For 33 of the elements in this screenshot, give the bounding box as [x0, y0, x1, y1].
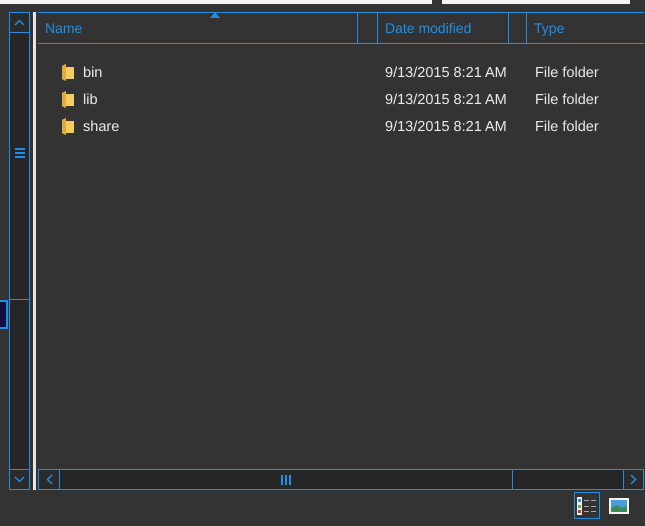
type-cell-text: File folder [534, 64, 599, 80]
details-list-icon [577, 496, 597, 514]
type-cell-text: File folder [534, 92, 599, 108]
date-cell-text: 9/13/2015 8:21 AM [384, 92, 508, 108]
scroll-right-button[interactable] [623, 470, 643, 489]
chevron-right-icon [630, 474, 637, 485]
file-name[interactable]: lib [83, 92, 98, 108]
folder-icon [62, 91, 74, 108]
horizontal-scrollbar[interactable] [38, 469, 644, 490]
file-name[interactable]: bin [83, 64, 102, 80]
date-cell-text: 9/13/2015 8:21 AM [384, 118, 508, 134]
folder-icon [62, 118, 74, 135]
scroll-left-button[interactable] [39, 470, 60, 489]
scroll-up-button[interactable] [10, 13, 29, 33]
file-name[interactable]: share [83, 118, 120, 134]
vertical-scrollbar[interactable] [9, 12, 30, 490]
column-header[interactable]: Type [527, 13, 643, 43]
details-view-button[interactable] [574, 492, 600, 519]
text-field[interactable] [442, 0, 630, 4]
scroll-down-button[interactable] [10, 469, 29, 489]
date-cell-text: 9/13/2015 8:21 AM [384, 64, 508, 80]
side-panel-tab[interactable] [0, 300, 8, 329]
column-header[interactable]: Name [38, 13, 358, 43]
grip-icon [281, 474, 291, 484]
chevron-down-icon [14, 476, 25, 483]
column-header[interactable]: Date modified [378, 13, 509, 43]
chevron-left-icon [46, 474, 52, 485]
landscape-image-icon [609, 498, 629, 514]
type-cell-text: File folder [534, 118, 599, 134]
text-field[interactable] [0, 0, 432, 4]
grip-icon [14, 148, 24, 159]
folder-icon [62, 64, 74, 81]
chevron-up-icon [14, 19, 25, 26]
